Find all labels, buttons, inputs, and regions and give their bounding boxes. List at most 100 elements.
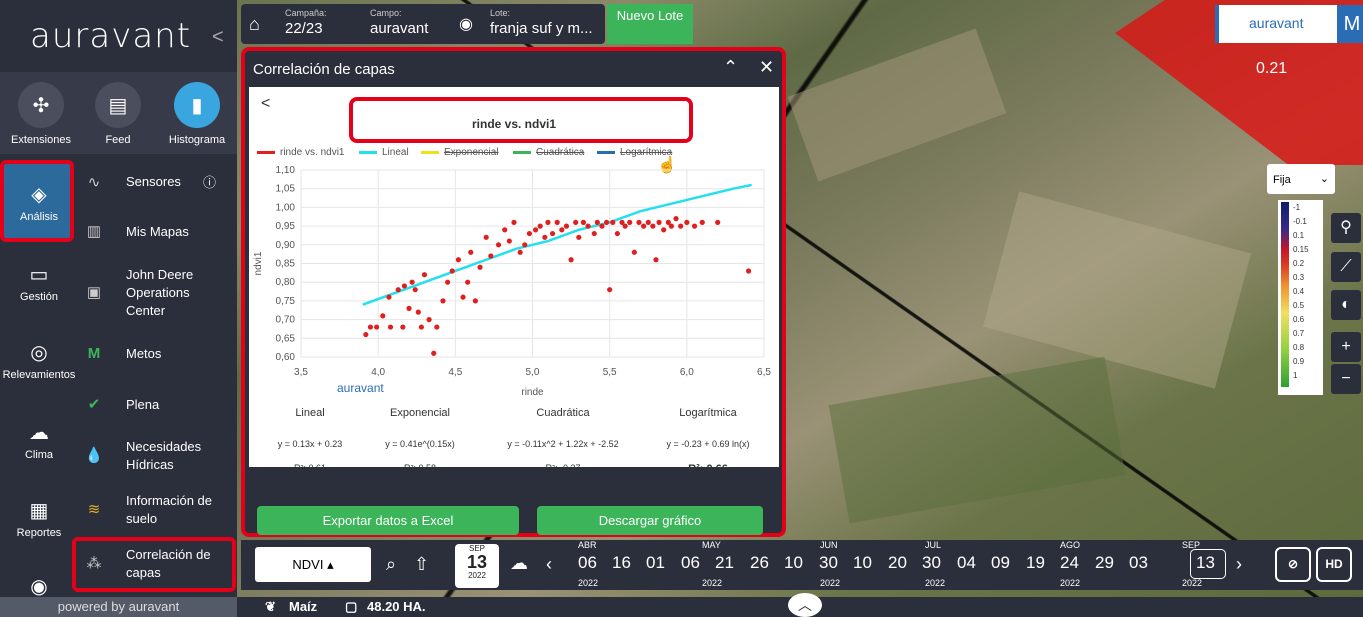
timeline-year: 2022	[578, 578, 599, 588]
crop-label: Maíz	[289, 599, 318, 614]
sidebar-item-plena[interactable]: ✔ Plena	[82, 395, 230, 413]
zoom-out-button[interactable]: −	[1331, 364, 1361, 394]
download-chart-button[interactable]: Descargar gráfico	[537, 506, 763, 535]
ruler-icon[interactable]: ⟋	[1331, 252, 1361, 282]
export-excel-button[interactable]: Exportar datos a Excel	[257, 506, 519, 535]
data-point	[673, 216, 679, 222]
data-point	[363, 331, 369, 338]
timeline-year: 2022	[702, 578, 723, 588]
data-point	[445, 279, 451, 285]
collapse-sidebar-icon[interactable]: <	[212, 26, 224, 49]
sidebar-item-john-deere[interactable]: ▣ John Deere Operations Center	[82, 266, 230, 320]
timeline-day[interactable]: 16	[612, 553, 631, 573]
data-point	[641, 223, 647, 229]
prev-arrow-icon[interactable]: ‹	[546, 554, 552, 575]
relevamientos-tab[interactable]: ◎ Relevamientos	[0, 340, 78, 381]
scale-label: 0.15	[1293, 245, 1309, 254]
x-tick-label: 4,0	[371, 367, 385, 378]
timeline-day[interactable]: 06	[681, 553, 700, 573]
scale-select[interactable]: Fija ⌄	[1267, 164, 1335, 194]
timeline-day[interactable]: 10	[784, 553, 803, 573]
data-point	[367, 324, 374, 330]
caret-up-icon: ▴	[327, 557, 334, 572]
clima-tab[interactable]: ☁ Clima	[0, 420, 78, 461]
data-point	[434, 324, 440, 330]
data-point	[542, 234, 548, 240]
expand-up-icon[interactable]: ︿	[788, 593, 822, 617]
info-icon[interactable]: ⓘ	[203, 172, 216, 191]
sidebar-item-informacion-suelo[interactable]: ≋ Información de suelo	[82, 492, 230, 528]
next-arrow-icon[interactable]: ›	[1236, 554, 1242, 575]
data-point	[449, 268, 455, 274]
scale-label: 0.7	[1293, 329, 1305, 338]
timeline-day[interactable]: 19	[1026, 553, 1045, 573]
x-tick-label: 3,5	[294, 367, 308, 378]
timeline-day[interactable]: 24	[1060, 553, 1079, 573]
timeline-day[interactable]: 06	[578, 553, 597, 573]
timeline-day[interactable]: 30	[819, 553, 838, 573]
current-date[interactable]: SEP 13 2022	[455, 544, 499, 588]
lote-value-label: 0.21	[1256, 60, 1288, 77]
data-point	[559, 227, 565, 233]
timeline-day[interactable]: 21	[715, 553, 734, 573]
data-point	[532, 227, 539, 233]
data-point	[477, 264, 483, 270]
extensiones-button[interactable]: ✣ Extensiones	[2, 82, 80, 146]
y-tick-label: 0,60	[276, 352, 296, 363]
data-point	[699, 219, 705, 225]
data-point	[511, 219, 517, 225]
sidebar-item-metos[interactable]: M Metos	[82, 345, 230, 362]
upload-icon[interactable]: ⇧	[414, 554, 429, 575]
lote-selector[interactable]: Lote: franja suf y m...	[490, 4, 602, 44]
y-tick-label: 0,70	[276, 315, 296, 326]
powered-by: powered by auravant	[0, 597, 237, 617]
scale-label: 0.1	[1293, 231, 1305, 240]
location-pin-icon[interactable]: ⚲	[1331, 213, 1361, 243]
data-point	[610, 219, 616, 225]
cloud-filter-icon[interactable]: ☁	[510, 553, 528, 574]
timeline-day[interactable]: 01	[646, 553, 665, 573]
data-point	[488, 253, 494, 259]
sidebar-item-mis-mapas[interactable]: ▥ Mis Mapas	[82, 222, 230, 240]
sidebar-item-necesidades-hidricas[interactable]: 💧 Necesidades Hídricas	[82, 438, 230, 474]
hd-button[interactable]: HD	[1316, 547, 1352, 582]
data-point	[395, 287, 401, 293]
data-point	[537, 223, 543, 229]
timeline-day[interactable]: 09	[991, 553, 1010, 573]
data-point	[418, 324, 424, 330]
scale-label: 0.2	[1293, 259, 1305, 268]
timeline-day[interactable]: 26	[750, 553, 769, 573]
tractor-icon: ▣	[86, 284, 102, 301]
timeline-day[interactable]: 03	[1129, 553, 1148, 573]
user-avatar[interactable]: M	[1337, 5, 1363, 43]
y-tick-label: 0,90	[276, 240, 296, 251]
compare-icon[interactable]: ◐	[1331, 290, 1361, 320]
feed-button[interactable]: ▤ Feed	[79, 82, 157, 146]
reportes-tab[interactable]: ▦ Reportes	[0, 498, 78, 539]
search-icon[interactable]: ⌕	[386, 554, 396, 575]
data-point	[483, 234, 489, 240]
histograma-button[interactable]: ▮ Histograma	[158, 82, 236, 146]
timeline-day[interactable]: 20	[888, 553, 907, 573]
data-point	[440, 298, 446, 304]
timeline-day[interactable]: 10	[853, 553, 872, 573]
layer-select[interactable]: NDVI ▴	[255, 547, 371, 582]
timeline-day[interactable]: 04	[957, 553, 976, 573]
campana-selector[interactable]: Campaña: 22/23	[285, 4, 365, 44]
map-field	[787, 28, 1007, 182]
data-point	[678, 223, 684, 229]
collapse-panel-icon[interactable]: ⌃	[723, 57, 738, 78]
timeline-day[interactable]: 30	[922, 553, 941, 573]
zoom-in-button[interactable]: +	[1331, 332, 1361, 362]
close-icon[interactable]: ✕	[759, 57, 774, 78]
data-point	[431, 350, 437, 356]
data-point	[386, 294, 392, 300]
analisis-tab[interactable]: ◈ Análisis	[0, 182, 78, 223]
nuevo-lote-button[interactable]: Nuevo Lote	[607, 4, 693, 44]
cloud-off-button[interactable]: ⊘	[1275, 547, 1311, 582]
y-tick-label: 0,75	[276, 296, 296, 307]
y-tick-label: 1,05	[276, 184, 296, 195]
sidebar-item-sensores[interactable]: ∿ Sensores ⓘ	[82, 172, 230, 191]
gestion-tab[interactable]: ▭ Gestión	[0, 262, 78, 303]
timeline-day[interactable]: 29	[1095, 553, 1114, 573]
